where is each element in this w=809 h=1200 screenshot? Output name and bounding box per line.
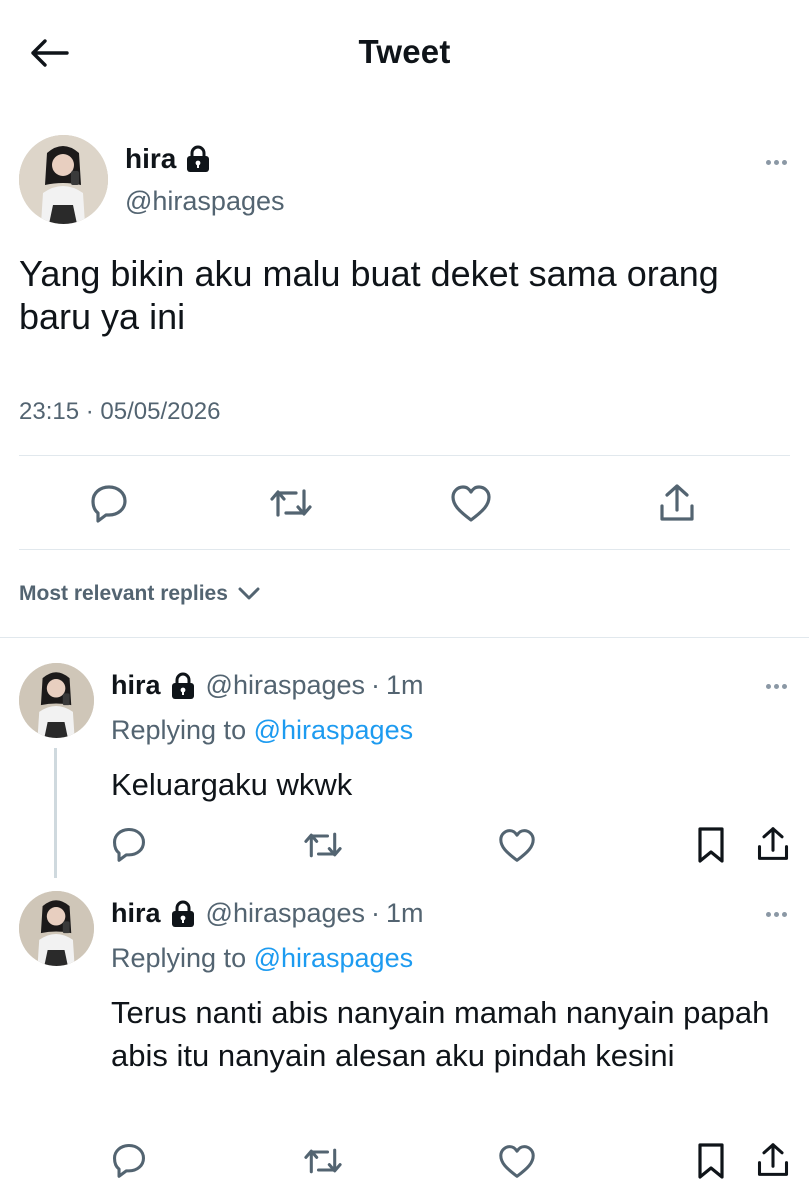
bookmark-button[interactable] xyxy=(692,823,730,867)
divider xyxy=(19,455,790,456)
reply-time[interactable]: 1m xyxy=(386,670,424,701)
like-button[interactable] xyxy=(496,825,538,865)
more-options-button[interactable] xyxy=(766,160,787,165)
reply-icon xyxy=(91,485,127,523)
author-handle[interactable]: @hiraspages xyxy=(125,186,285,217)
retweet-icon xyxy=(270,489,312,517)
divider xyxy=(19,549,790,550)
like-button[interactable] xyxy=(496,1141,538,1181)
avatar[interactable] xyxy=(19,663,94,738)
author-name-text: hira xyxy=(125,143,177,174)
more-horizontal-icon xyxy=(766,684,771,689)
reply-author-handle[interactable]: @hiraspages xyxy=(206,670,366,701)
avatar[interactable] xyxy=(19,135,108,224)
reply-author-handle[interactable]: @hiraspages xyxy=(206,898,366,929)
retweet-icon xyxy=(304,832,342,858)
bookmark-icon xyxy=(698,827,724,863)
replying-to-prefix: Replying to xyxy=(111,715,254,745)
retweet-button[interactable] xyxy=(300,825,346,865)
author-name[interactable]: hira xyxy=(125,143,211,175)
replying-to: Replying to @hiraspages xyxy=(111,715,413,746)
share-button[interactable] xyxy=(752,1138,794,1182)
more-horizontal-icon xyxy=(766,912,771,917)
bookmark-button[interactable] xyxy=(692,1139,730,1183)
lock-icon xyxy=(170,672,196,700)
heart-icon xyxy=(499,1145,535,1178)
reply-header: hira @hiraspages · 1m xyxy=(111,670,424,701)
divider xyxy=(0,637,809,638)
bookmark-icon xyxy=(698,1143,724,1179)
reply-text: Terus nanti abis nanyain mamah nanyain p… xyxy=(111,995,770,1073)
retweet-icon xyxy=(304,1148,342,1174)
tweet-timestamp[interactable]: 23:15 · 05/05/2026 xyxy=(19,398,221,426)
more-dot xyxy=(782,160,787,165)
share-button[interactable] xyxy=(654,480,700,526)
replying-to-mention[interactable]: @hiraspages xyxy=(254,715,414,745)
reply-time[interactable]: 1m xyxy=(386,898,424,929)
thread-line xyxy=(54,748,57,878)
reply-text: Keluargaku wkwk xyxy=(111,767,353,802)
reply-icon xyxy=(112,1143,146,1178)
tweet-text: Yang bikin aku malu buat deket sama oran… xyxy=(19,253,719,337)
heart-icon xyxy=(451,485,491,522)
more-options-button[interactable] xyxy=(766,684,787,689)
sort-replies-dropdown[interactable]: Most relevant replies xyxy=(19,582,260,606)
more-dot xyxy=(782,684,787,689)
retweet-button[interactable] xyxy=(266,480,316,526)
more-dot xyxy=(774,160,779,165)
lock-icon xyxy=(185,145,211,173)
heart-icon xyxy=(499,829,535,862)
reply-button[interactable] xyxy=(108,1139,150,1181)
reply-button[interactable] xyxy=(108,823,150,865)
share-button[interactable] xyxy=(752,822,794,866)
retweet-button[interactable] xyxy=(300,1141,346,1181)
tweet-action-bar xyxy=(0,470,809,540)
lock-icon xyxy=(170,900,196,928)
replying-to-prefix: Replying to xyxy=(111,943,254,973)
reply-author-name[interactable]: hira xyxy=(111,670,161,701)
more-dot xyxy=(782,912,787,917)
header-bar: Tweet xyxy=(0,0,809,105)
page-title: Tweet xyxy=(358,33,451,70)
like-button[interactable] xyxy=(448,480,494,526)
reply-author-name[interactable]: hira xyxy=(111,898,161,929)
replying-to-mention[interactable]: @hiraspages xyxy=(254,943,414,973)
separator-dot: · xyxy=(371,670,381,700)
more-dot xyxy=(774,912,779,917)
more-options-button[interactable] xyxy=(766,912,787,917)
more-dot xyxy=(774,684,779,689)
separator-dot: · xyxy=(371,898,381,928)
sort-label: Most relevant replies xyxy=(19,582,228,605)
replying-to: Replying to @hiraspages xyxy=(111,943,413,974)
avatar[interactable] xyxy=(19,891,94,966)
reply-icon xyxy=(112,827,146,862)
share-icon xyxy=(757,827,789,860)
reply-header: hira @hiraspages · 1m xyxy=(111,898,424,929)
more-horizontal-icon xyxy=(766,160,771,165)
chevron-down-icon xyxy=(238,587,260,600)
share-icon xyxy=(757,1143,789,1176)
reply-button[interactable] xyxy=(86,480,132,526)
share-icon xyxy=(660,484,694,521)
